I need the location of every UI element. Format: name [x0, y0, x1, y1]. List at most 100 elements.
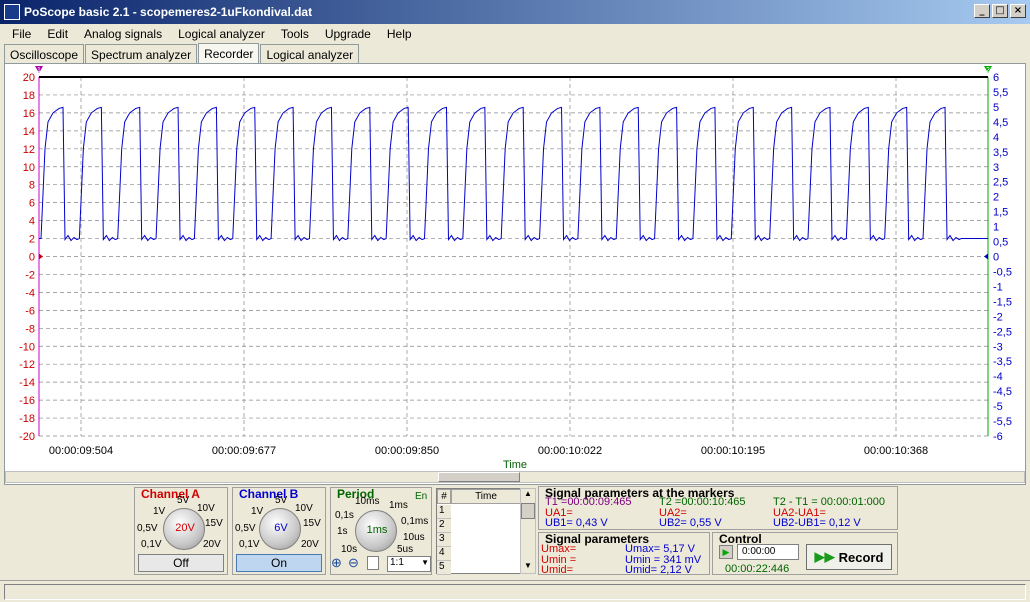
table-row[interactable]: 3	[437, 533, 451, 547]
left-tick-label: 0	[29, 252, 35, 264]
left-tick-label: -12	[19, 359, 35, 371]
tick: 5V	[275, 495, 288, 506]
minimize-button[interactable]: _	[974, 4, 990, 18]
zoom-select-value: 1:1	[390, 557, 404, 568]
right-tick-label: -2,5	[993, 326, 1012, 338]
left-tick-label: 2	[29, 234, 35, 246]
channel-a-value: 20V	[175, 522, 195, 534]
menu-file[interactable]: File	[4, 27, 39, 41]
tick: 5us	[397, 544, 414, 555]
tick: 0,1V	[141, 539, 162, 550]
table-vertical-scrollbar[interactable]: ▲ ▼	[520, 488, 536, 574]
scroll-down-icon[interactable]: ▼	[524, 561, 532, 570]
tick: 0,1s	[335, 510, 354, 521]
left-tick-label: -4	[25, 287, 35, 299]
left-tick-label: 8	[29, 180, 35, 192]
marker-params-group: Signal parameters at the markers T1 =00:…	[538, 486, 898, 530]
left-tick-label: -20	[19, 431, 35, 443]
tick: 10V	[197, 503, 215, 514]
left-tick-label: 16	[23, 108, 35, 120]
close-button[interactable]: ×	[1010, 4, 1026, 18]
menu-edit[interactable]: Edit	[39, 27, 76, 41]
menu-help[interactable]: Help	[379, 27, 420, 41]
scroll-thumb[interactable]	[438, 472, 520, 482]
table-row[interactable]: 1	[437, 505, 451, 519]
tab-oscilloscope[interactable]: Oscilloscope	[4, 44, 85, 64]
tick: 20V	[301, 539, 319, 550]
app-icon	[4, 4, 20, 20]
tick: 1ms	[389, 500, 408, 511]
tick: 10us	[403, 532, 425, 543]
right-tick-label: 3,5	[993, 147, 1008, 159]
channel-b-title: Channel B	[239, 487, 299, 501]
menu-logical-analyzer[interactable]: Logical analyzer	[170, 27, 273, 41]
tick: 1V	[251, 506, 264, 517]
table-row[interactable]: 4	[437, 547, 451, 561]
time-input[interactable]: 0:00:00	[737, 544, 799, 560]
period-group: Period En 10ms 1ms 0,1s 0,1ms 1s 10us 10…	[330, 487, 432, 575]
channel-a-toggle-button[interactable]: Off	[138, 554, 224, 572]
time-tick-label: 00:00:09:850	[375, 445, 439, 457]
tab-spectrum-analyzer[interactable]: Spectrum analyzer	[85, 44, 198, 64]
right-tick-label: -1	[993, 281, 1003, 293]
scroll-up-icon[interactable]: ▲	[524, 489, 532, 498]
scroll-thumb[interactable]	[521, 503, 535, 519]
play-icon[interactable]: ▶	[719, 545, 733, 559]
channel-b-toggle-button[interactable]: On	[236, 554, 322, 572]
marker-2-label: 2	[986, 67, 990, 74]
right-tick-label: 0,5	[993, 237, 1008, 249]
right-tick-label: -4	[993, 371, 1003, 383]
tick: 20V	[203, 539, 221, 550]
tick: 15V	[205, 518, 223, 529]
channel-b-knob[interactable]: 6V	[259, 508, 301, 550]
channel-b-group: Channel B 5V 1V 10V 0,5V 15V 0,1V 20V 6V…	[232, 487, 326, 575]
right-tick-label: 2,5	[993, 177, 1008, 189]
time-tick-label: 00:00:10:195	[701, 445, 765, 457]
tick: 10s	[341, 544, 358, 555]
right-tick-label: 5,5	[993, 87, 1008, 99]
window-title: PoScope basic 2.1 - scopemeres2-1uFkondi…	[24, 5, 313, 19]
left-tick-label: -6	[25, 305, 35, 317]
right-tick-label: 1,5	[993, 207, 1008, 219]
recorder-panel: 20 18 16 14 12 10 8 6 4 2 0 -2 -4 -6 -8 -10 -12 -14 -16 -18…	[4, 63, 1026, 485]
left-tick-label: -8	[25, 323, 35, 335]
maximize-button[interactable]: □	[992, 4, 1008, 18]
time-tick-label: 00:00:09:504	[49, 445, 113, 457]
delta-ub-value: UB2-UB1= 0,12 V	[773, 517, 861, 529]
record-label: Record	[838, 549, 884, 565]
table-row[interactable]: 5	[437, 561, 451, 575]
umid-a: Umid=	[541, 564, 574, 576]
right-tick-label: 1	[993, 222, 999, 234]
umid-b: Umid= 2,12 V	[625, 564, 692, 576]
signal-params-group: Signal parameters Umax= Umin = Umid= Uma…	[538, 532, 710, 576]
menu-analog-signals[interactable]: Analog signals	[76, 27, 170, 41]
tab-recorder[interactable]: Recorder	[198, 43, 260, 64]
tab-logical-analyzer[interactable]: Logical analyzer	[260, 44, 360, 64]
right-tick-label: -0,5	[993, 266, 1012, 278]
scope-plot[interactable]: 20181614121086420-2-4-6-8-10-12-14-16-18…	[5, 64, 1025, 472]
right-tick-label: 4,5	[993, 117, 1008, 129]
right-tick-label: 2	[993, 192, 999, 204]
table-row[interactable]: 2	[437, 519, 451, 533]
left-tick-label: 18	[23, 90, 35, 102]
time-tick-label: 00:00:10:022	[538, 445, 602, 457]
menu-upgrade[interactable]: Upgrade	[317, 27, 379, 41]
right-tick-label: 0	[993, 252, 999, 264]
period-knob[interactable]: 1ms	[355, 510, 397, 552]
right-tick-label: -5,5	[993, 416, 1012, 428]
zoom-select[interactable]: 1:1 ▼	[387, 556, 431, 572]
chevron-down-icon: ▼	[421, 558, 429, 567]
left-tick-label: -16	[19, 395, 35, 407]
left-tick-label: 20	[23, 72, 35, 84]
menu-tools[interactable]: Tools	[273, 27, 317, 41]
zoom-out-icon[interactable]: ⊖	[348, 555, 359, 571]
left-tick-label: 10	[23, 162, 35, 174]
record-button[interactable]: ▶▶ Record	[806, 544, 892, 570]
status-bar	[0, 580, 1030, 602]
channel-a-knob[interactable]: 20V	[163, 508, 205, 550]
right-tick-label: -2	[993, 311, 1003, 323]
horizontal-scrollbar[interactable]	[5, 471, 1025, 483]
zoom-in-icon[interactable]: ⊕	[331, 555, 342, 571]
right-tick-label: 4	[993, 132, 999, 144]
page-icon[interactable]	[367, 556, 379, 570]
